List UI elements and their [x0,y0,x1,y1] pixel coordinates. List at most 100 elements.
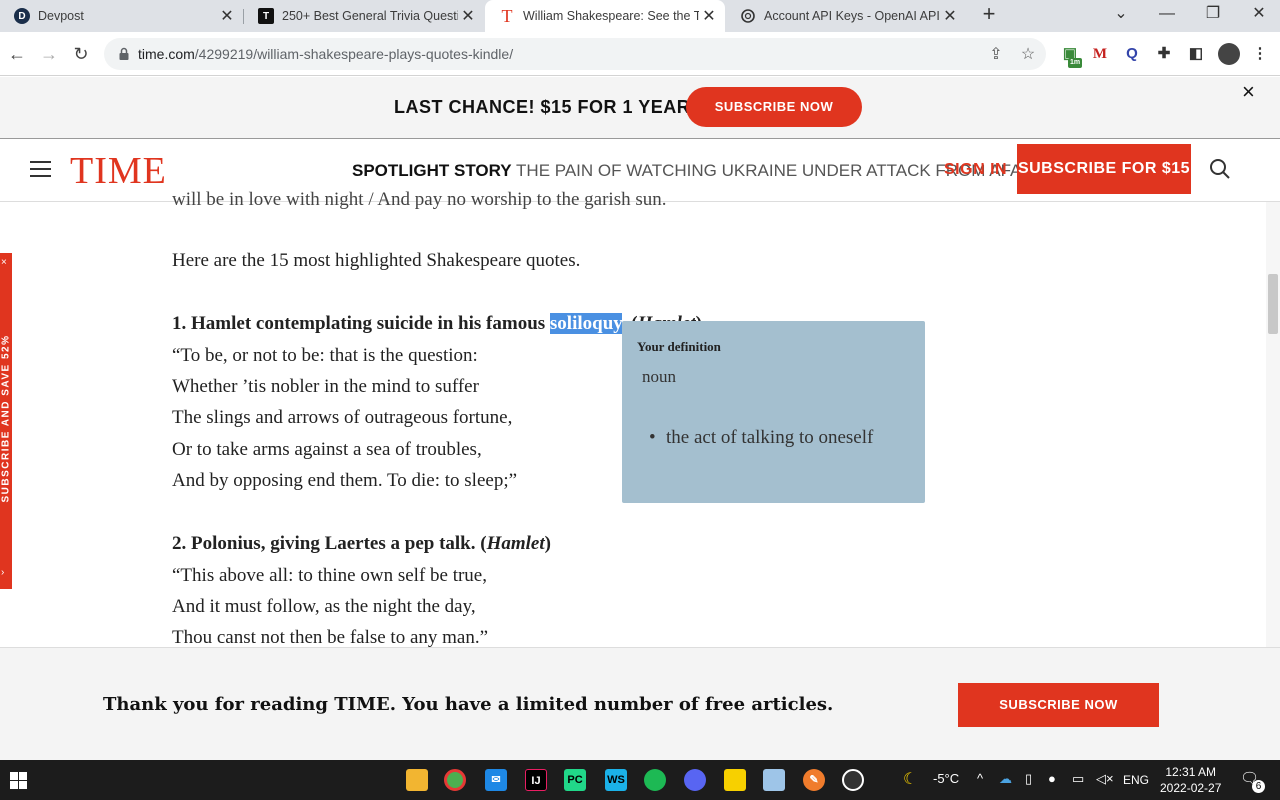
extension-badge: 1m [1068,58,1082,68]
weather-moon-icon[interactable]: ☾ [903,769,917,789]
trivia-site-icon: T [258,8,274,24]
minimize-icon[interactable]: — [1152,2,1182,28]
windows-start-icon[interactable] [10,772,27,789]
selected-word[interactable]: soliloquy [549,313,622,334]
url-host: time.com [138,46,195,62]
tab-title: William Shakespeare: See the Top [523,9,699,23]
tab-title: Account API Keys - OpenAI API [764,9,940,23]
forward-icon[interactable]: → [36,41,62,67]
page-scrollbar[interactable] [1266,202,1280,647]
sticky-notes-icon[interactable] [724,769,746,791]
side-panel-icon[interactable]: ◧ [1186,44,1206,64]
tab-devpost[interactable]: D Devpost ✕ [0,0,243,32]
quote-line: And by opposing end them. To die: to sle… [172,470,518,491]
quote-line: Whether ’tis nobler in the mind to suffe… [172,376,479,397]
address-bar[interactable]: time.com/4299219/william-shakespeare-pla… [104,38,1046,70]
quote-heading-2: 2. Polonius, giving Laertes a pep talk. … [172,533,551,555]
spotlight-story[interactable]: SPOTLIGHT STORY THE PAIN OF WATCHING UKR… [352,161,1034,181]
share-icon[interactable]: ⇪ [986,44,1006,64]
mail-icon[interactable]: ✉ [485,769,507,791]
url-text: time.com/4299219/william-shakespeare-pla… [138,46,513,62]
close-promo-icon[interactable]: × [1242,79,1255,105]
sign-in-link[interactable]: SIGN IN [944,161,1007,179]
heading-text: 2. Polonius, giving Laertes a pep talk. … [172,533,487,554]
close-tab-icon[interactable]: ✕ [940,6,960,26]
volume-muted-icon[interactable]: ◁× [1096,771,1114,787]
extension-q-icon[interactable]: Q [1122,44,1142,64]
pencil-app-icon[interactable]: ✎ [803,769,825,791]
clock-date: 2022-02-27 [1160,781,1222,795]
chevron-right-icon[interactable]: › [1,567,4,578]
tray-device-icon[interactable]: ▯ [1025,771,1032,787]
close-tab-icon[interactable]: ✕ [699,6,719,26]
article-paragraph-cut: will be in love with night / And pay no … [172,189,667,210]
windows-taskbar: ✉ IJ PC WS ✎ ☾ -5°C ^ ☁ ▯ ● ▭ ◁× ENG 12:… [0,760,1280,800]
definition-text: the act of talking to oneself [649,427,873,449]
photos-icon[interactable] [763,769,785,791]
tab-title: Devpost [38,9,84,23]
play-title: Hamlet [486,533,545,554]
system-clock[interactable]: 12:31 AM 2022-02-27 [1160,764,1221,796]
part-of-speech: noun [642,367,676,386]
webstorm-icon[interactable]: WS [605,769,627,791]
new-tab-button[interactable]: + [977,3,1001,27]
tab-shakespeare[interactable]: T William Shakespeare: See the Top ✕ [485,0,725,32]
quote-line: The slings and arrows of outrageous fort… [172,407,513,428]
time-logo[interactable]: TIME [70,149,167,193]
clock-time: 12:31 AM [1165,765,1217,779]
window-close-icon[interactable]: ✕ [1244,2,1274,28]
tab-trivia[interactable]: T 250+ Best General Trivia Questio ✕ [244,0,484,32]
quote-line: Thou canst not then be false to any man.… [172,627,489,648]
pycharm-icon[interactable]: PC [564,769,586,791]
devpost-icon: D [14,8,30,24]
paywall-footer: Thank you for reading TIME. You have a l… [0,647,1280,760]
footer-subscribe-button[interactable]: SUBSCRIBE NOW [958,683,1159,727]
spotlight-label: SPOTLIGHT STORY [352,161,512,180]
browser-toolbar: ← → ↻ time.com/4299219/william-shakespea… [0,32,1280,76]
openai-icon [740,8,756,24]
weather-temperature[interactable]: -5°C [933,771,959,786]
microphone-icon[interactable]: ● [1048,771,1056,786]
file-explorer-icon[interactable] [406,769,428,791]
intellij-icon[interactable]: IJ [525,769,547,791]
tray-chevron-icon[interactable]: ^ [977,771,983,786]
quote-line: Or to take arms against a sea of trouble… [172,439,482,460]
side-tab-label: SUBSCRIBE AND SAVE 52% [0,334,12,503]
onedrive-icon[interactable]: ☁ [999,771,1012,787]
scrollbar-thumb[interactable] [1268,274,1278,334]
browser-menu-icon[interactable]: ⋮ [1250,44,1270,64]
tab-openai[interactable]: Account API Keys - OpenAI API ✕ [726,0,966,32]
back-icon[interactable]: ← [4,41,30,67]
spotify-icon[interactable] [644,769,666,791]
promo-subscribe-button[interactable]: SUBSCRIBE NOW [686,87,862,127]
quote-line: “To be, or not to be: that is the questi… [172,345,478,366]
restore-icon[interactable]: ❐ [1198,2,1228,28]
quote-line: And it must follow, as the night the day… [172,596,476,617]
definition-popup: Your definition noun the act of talking … [622,321,925,503]
obs-icon[interactable] [842,769,864,791]
promo-text: LAST CHANCE! $15 FOR 1 YEAR [394,97,691,117]
tab-search-icon[interactable]: ⌄ [1106,2,1136,28]
extensions-puzzle-icon[interactable]: ✚ [1154,44,1174,64]
close-side-tab-icon[interactable]: × [1,257,7,268]
close-tab-icon[interactable]: ✕ [217,6,237,26]
menu-icon[interactable] [30,161,51,177]
chrome-icon[interactable] [444,769,466,791]
article-intro: Here are the 15 most highlighted Shakesp… [172,250,581,271]
promo-banner: LAST CHANCE! $15 FOR 1 YEAR SUBSCRIBE NO… [0,77,1280,139]
profile-avatar[interactable] [1218,43,1240,65]
subscribe-side-tab[interactable]: × SUBSCRIBE AND SAVE 52% › [0,253,12,589]
search-icon[interactable] [1209,158,1231,180]
browser-tab-strip: D Devpost ✕ T 250+ Best General Trivia Q… [0,0,1280,32]
language-indicator[interactable]: ENG [1123,773,1149,787]
extension-m-icon[interactable]: M [1090,44,1110,64]
battery-icon[interactable]: ▭ [1072,771,1084,787]
discord-icon[interactable] [684,769,706,791]
close-tab-icon[interactable]: ✕ [458,6,478,26]
url-path: /4299219/william-shakespeare-plays-quote… [194,46,514,62]
subscribe-button[interactable]: SUBSCRIBE FOR $15 [1017,144,1191,194]
reload-icon[interactable]: ↻ [68,41,94,67]
lock-icon [119,47,129,60]
heading-text: 1. Hamlet contemplating suicide in his f… [172,313,550,334]
bookmark-star-icon[interactable]: ☆ [1018,44,1038,64]
